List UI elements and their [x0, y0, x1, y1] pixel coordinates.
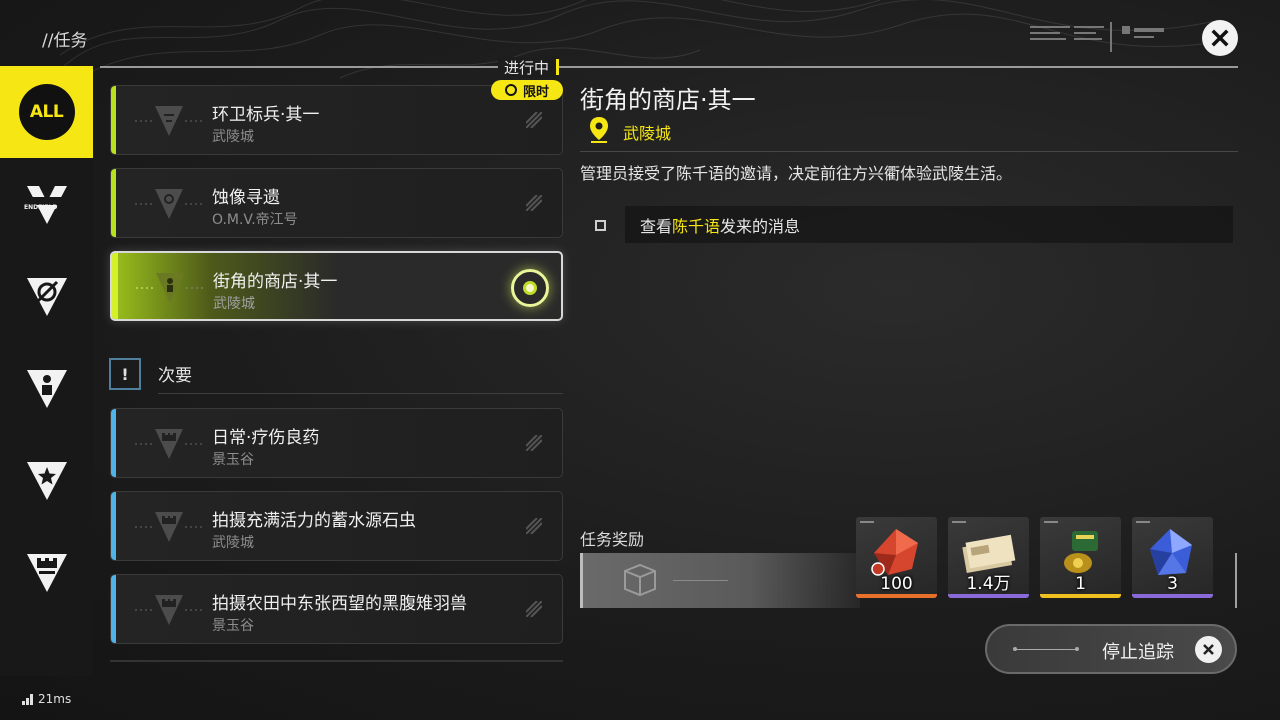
quest-location: 景玉谷	[212, 452, 254, 468]
objective-prefix: 查看	[640, 216, 673, 236]
ping-value: 21ms	[38, 692, 72, 706]
quest-type-bar	[111, 86, 116, 154]
quest-type-triangle-icon	[135, 429, 203, 459]
limited-time-label: 限时	[522, 84, 549, 100]
filter-endfield[interactable]: ENDFIELD	[0, 158, 93, 250]
reward-quantity: 100	[880, 574, 913, 594]
rewards-strip	[580, 553, 860, 608]
package-icon	[624, 563, 656, 597]
quest-location: O.M.V.帝江号	[212, 212, 298, 228]
quest-card-1[interactable]: 蚀像寻遗 O.M.V.帝江号	[110, 168, 563, 238]
reward-quantity: 3	[1167, 574, 1178, 594]
secondary-quest-icon: !	[109, 358, 141, 390]
quest-type-bar	[111, 409, 116, 477]
filter-special[interactable]	[0, 434, 93, 526]
reward-item-blue-crystal[interactable]: 3	[1132, 517, 1213, 598]
limited-time-badge: 限时	[491, 80, 563, 100]
quest-location: 武陵城	[213, 296, 255, 312]
quest-filter-rail: ALL ENDFIELD	[0, 66, 93, 676]
quest-objective: 查看 陈千语 发来的消息	[625, 206, 1233, 243]
stop-tracking-button[interactable]: 停止追踪	[985, 624, 1237, 674]
objective-npc-name: 陈千语	[672, 216, 721, 236]
filter-daily[interactable]	[0, 526, 93, 618]
quest-location: 武陵城	[212, 129, 254, 145]
section-divider	[100, 66, 1238, 68]
quest-title: 蚀像寻遗	[212, 188, 280, 208]
quest-description: 管理员接受了陈千语的邀请，决定前往方兴衢体验武陵生活。	[580, 164, 1013, 183]
reward-item-red-crystal[interactable]: 100	[856, 517, 937, 598]
quest-location: 武陵城	[212, 535, 254, 551]
objective-suffix: 发来的消息	[720, 216, 801, 236]
tracking-target-icon	[511, 269, 549, 307]
quest-title: 日常·疗伤良药	[212, 428, 320, 448]
close-button[interactable]	[1202, 20, 1238, 56]
breadcrumb: //任务	[42, 31, 88, 51]
decorative-line	[1013, 647, 1079, 651]
secondary-section-title: 次要	[158, 366, 192, 386]
reward-quantity: 1	[1075, 574, 1086, 594]
reward-quantity: 1.4万	[966, 574, 1011, 594]
close-icon	[1211, 29, 1229, 47]
slashed-circle-triangle-icon	[26, 278, 67, 316]
rewards-strip-end	[1235, 553, 1237, 608]
quest-detail-location: 武陵城	[623, 124, 672, 143]
hatch-mark-icon	[526, 112, 542, 128]
quest-type-triangle-icon	[135, 512, 203, 542]
quest-title: 环卫标兵·其一	[212, 105, 320, 125]
quest-type-triangle-icon	[135, 595, 203, 625]
objective-checkbox-icon	[595, 220, 606, 231]
reward-item-gold-device[interactable]: 1	[1040, 517, 1121, 598]
reward-item-cash[interactable]: 1.4万	[948, 517, 1029, 598]
quest-detail-title: 街角的商店·其一	[580, 86, 756, 114]
quest-title: 拍摄农田中东张西望的黑腹雉羽兽	[212, 594, 467, 614]
quest-card-4[interactable]: 拍摄充满活力的蓄水源石虫 武陵城	[110, 491, 563, 561]
list-scroll-edge	[110, 660, 563, 662]
quest-type-bar	[111, 575, 116, 643]
in-progress-label: 进行中	[498, 57, 560, 78]
quest-location: 景玉谷	[212, 618, 254, 634]
quest-type-bar	[111, 492, 116, 560]
person-triangle-icon	[26, 370, 67, 408]
decorative-readout	[1030, 22, 1164, 52]
hatch-mark-icon	[526, 195, 542, 211]
quest-type-bar	[111, 169, 116, 237]
quest-type-bar	[112, 253, 118, 319]
hatch-mark-icon	[526, 601, 542, 617]
filter-factory[interactable]	[0, 250, 93, 342]
castle-triangle-icon	[26, 554, 67, 592]
location-pin-icon	[590, 117, 608, 143]
all-badge: ALL	[18, 84, 75, 140]
quest-title: 街角的商店·其一	[213, 272, 338, 292]
clock-icon	[504, 84, 517, 96]
star-triangle-icon	[26, 462, 67, 500]
quest-type-triangle-icon	[136, 273, 204, 303]
detail-divider	[580, 151, 1238, 152]
filter-character[interactable]	[0, 342, 93, 434]
signal-bars-icon	[22, 693, 33, 705]
quest-type-triangle-icon	[135, 106, 203, 136]
strip-arrow-line	[673, 580, 728, 581]
gold-device-icon	[1064, 531, 1098, 573]
filter-all[interactable]: ALL	[0, 66, 93, 158]
quest-type-triangle-icon	[135, 189, 203, 219]
red-crystal-icon	[871, 529, 918, 576]
quest-card-5[interactable]: 拍摄农田中东张西望的黑腹雉羽兽 景玉谷	[110, 574, 563, 644]
quest-card-3[interactable]: 日常·疗伤良药 景玉谷	[110, 408, 563, 478]
quest-title: 拍摄充满活力的蓄水源石虫	[212, 511, 416, 531]
rewards-label: 任务奖励	[580, 530, 645, 549]
blue-crystal-icon	[1150, 529, 1192, 575]
network-latency: 21ms	[22, 692, 71, 706]
close-icon	[1195, 636, 1222, 663]
hatch-mark-icon	[526, 518, 542, 534]
stop-tracking-label: 停止追踪	[1102, 642, 1174, 663]
endfield-label: ENDFIELD	[24, 204, 58, 211]
quest-card-2-selected[interactable]: 街角的商店·其一 武陵城	[110, 251, 563, 321]
section-divider	[158, 393, 563, 394]
hatch-mark-icon	[526, 435, 542, 451]
